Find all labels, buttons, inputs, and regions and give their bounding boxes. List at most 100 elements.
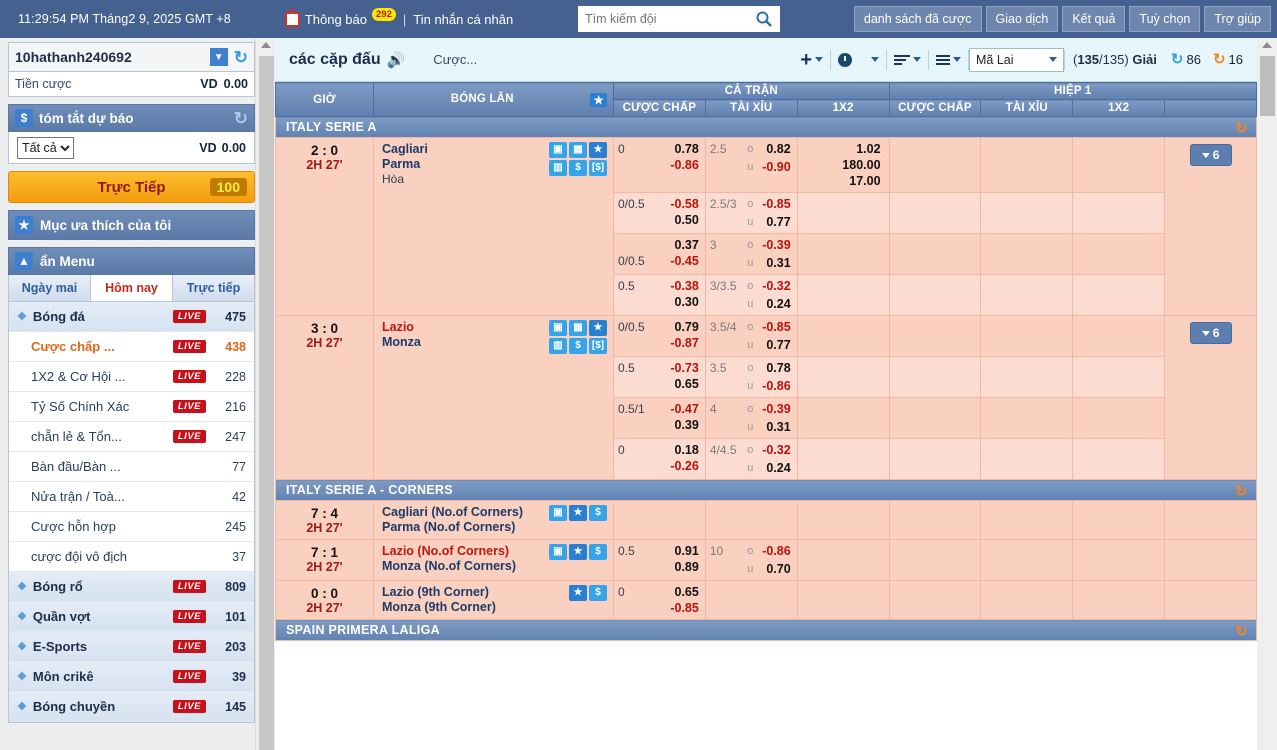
handicap-odd-away[interactable]: -0.26 <box>656 458 699 474</box>
sidebar-item-2[interactable]: 1X2 & Cơ Hội ... LIVE 228 <box>9 362 254 392</box>
handicap-odd-away[interactable]: 0.50 <box>656 212 699 228</box>
sidebar-item-8[interactable]: cược đội vô địch 37 <box>9 542 254 572</box>
teams-cell[interactable]: ★ $ Lazio (9th Corner) Monza (9th Corner) <box>373 580 614 620</box>
pitch-icon[interactable]: ▦ <box>569 320 587 336</box>
handicap-cell[interactable]: 0 0.18 -0.26 <box>613 438 706 480</box>
refresh-icon[interactable]: ↻ <box>1235 622 1248 640</box>
over-odd[interactable]: 0.82 <box>759 141 790 157</box>
handicap-odd-home[interactable]: 0.78 <box>656 141 699 157</box>
star-icon[interactable]: ★ <box>569 544 587 560</box>
add-selection-button[interactable]: + <box>793 50 830 70</box>
sidebar-item-6[interactable]: Nửa trận / Toà... 42 <box>9 482 254 512</box>
handicap-cell[interactable]: 0 0.65 -0.85 <box>613 580 706 620</box>
league-header-row[interactable]: SPAIN PRIMERA LALIGA ↻ <box>275 619 1257 641</box>
overunder-cell[interactable]: 3.5 o 0.78 u -0.86 <box>704 356 798 398</box>
x12-odd-home[interactable]: 1.02 <box>802 141 880 157</box>
handicap-odd-home[interactable]: -0.47 <box>656 401 699 417</box>
more-markets-button[interactable]: 6 <box>1189 322 1232 344</box>
overunder-cell[interactable]: 4/4.5 o -0.32 u 0.24 <box>704 438 798 480</box>
handicap-cell[interactable]: 0.5 0.91 0.89 <box>613 539 706 581</box>
sidebar-item-4[interactable]: chẵn lẻ & Tổn... LIVE 247 <box>9 422 254 452</box>
sidebar-item-7[interactable]: Cược hỗn hợp 245 <box>9 512 254 542</box>
under-odd[interactable]: -0.90 <box>759 159 791 175</box>
bets-label[interactable]: Cược... <box>433 52 477 67</box>
over-odd[interactable]: -0.39 <box>759 401 791 417</box>
handicap-odd-away[interactable]: -0.86 <box>656 157 699 173</box>
star-icon[interactable]: ★ <box>589 142 607 158</box>
favourites-bar[interactable]: ★ Mục ưa thích của tôi <box>8 210 255 240</box>
tv-icon[interactable]: ▣ <box>549 142 567 158</box>
handicap-odd-home[interactable]: -0.58 <box>656 196 699 212</box>
refresh-orange-badge[interactable]: ↻ 16 <box>1207 52 1249 67</box>
search-input[interactable] <box>578 6 748 32</box>
handicap-cell[interactable]: 0.5 -0.73 0.65 <box>613 356 706 398</box>
overunder-cell[interactable]: 4 o -0.39 u 0.31 <box>704 397 798 439</box>
handicap-odd-home[interactable]: -0.38 <box>656 278 699 294</box>
view-mode-button[interactable] <box>929 54 968 65</box>
handicap-odd-away[interactable]: 0.39 <box>656 417 699 433</box>
menu-toggle-bar[interactable]: ▲ ẩn Menu <box>8 247 255 275</box>
nav-button-results[interactable]: Kết quả <box>1062 6 1126 32</box>
handicap-odd-away[interactable]: 0.30 <box>656 294 699 310</box>
handicap-odd-home[interactable]: 0.37 <box>656 237 699 253</box>
sidebar-item-3[interactable]: Tỷ Số Chính Xác LIVE 216 <box>9 392 254 422</box>
over-odd[interactable]: 0.78 <box>759 360 790 376</box>
handicap-odd-away[interactable]: 0.65 <box>656 376 699 392</box>
handicap-cell[interactable]: 0/0.5 0.79 -0.87 <box>613 315 706 357</box>
dollar-icon[interactable]: $ <box>569 160 587 176</box>
away-team[interactable]: Parma (No.of Corners) <box>382 520 607 535</box>
over-odd[interactable]: -0.85 <box>759 319 791 335</box>
x12-odd-draw[interactable]: 180.00 <box>802 157 880 173</box>
under-odd[interactable]: 0.70 <box>759 561 790 577</box>
under-odd[interactable]: 0.24 <box>759 296 790 312</box>
handicap-odd-away[interactable]: 0.89 <box>656 559 699 575</box>
league-header-cell[interactable]: ITALY SERIE A - CORNERS ↻ <box>275 479 1257 501</box>
dollar-icon[interactable]: $ <box>589 544 607 560</box>
tab-live[interactable]: Trực tiếp <box>173 275 254 301</box>
handicap-cell[interactable]: 0 0.78 -0.86 <box>613 137 706 193</box>
overunder-cell[interactable]: 3.5/4 o -0.85 u 0.77 <box>704 315 798 357</box>
sidebar-item-13[interactable]: ❖ Bóng chuyền LIVE 145 <box>9 692 254 722</box>
star-icon[interactable]: ★ <box>569 505 587 521</box>
sidebar-item-12[interactable]: ❖ Môn crikê LIVE 39 <box>9 662 254 692</box>
handicap-cell[interactable]: 0.5 -0.38 0.30 <box>613 274 706 316</box>
sidebar-item-10[interactable]: ❖ Quần vợt LIVE 101 <box>9 602 254 632</box>
sidebar-item-9[interactable]: ❖ Bóng rổ LIVE 809 <box>9 572 254 602</box>
sidebar-item-1[interactable]: Cược chấp ... LIVE 438 <box>9 332 254 362</box>
tv-icon[interactable]: ▣ <box>549 505 567 521</box>
handicap-odd-away[interactable]: -0.85 <box>656 600 699 616</box>
under-odd[interactable]: 0.31 <box>759 255 790 271</box>
forecast-select[interactable]: Tất cả <box>17 136 74 159</box>
match-row[interactable]: 3 : 0 2H 27' ▣ ▦ ★ ▥ $ [$] Lazio Monza 0/0.5 0.79 -0… <box>275 315 1257 480</box>
dollar-icon[interactable]: $ <box>589 505 607 521</box>
odds-format-select[interactable]: Mã Lai <box>969 47 1064 72</box>
away-team[interactable]: Monza (No.of Corners) <box>382 559 607 574</box>
x12-odd-away[interactable]: 17.00 <box>802 173 880 189</box>
star-icon[interactable]: ★ <box>589 320 607 336</box>
tab-today[interactable]: Hôm nay <box>90 275 173 301</box>
refresh-blue-badge[interactable]: ↻ 86 <box>1165 52 1207 67</box>
more-markets-button[interactable]: 6 <box>1189 144 1232 166</box>
over-odd[interactable]: -0.32 <box>759 442 791 458</box>
handicap-odd-home[interactable]: 0.65 <box>656 584 699 600</box>
match-row[interactable]: 0 : 0 2H 27' ★ $ Lazio (9th Corner) Monza (9t… <box>275 580 1257 620</box>
overunder-cell[interactable]: 3 o -0.39 u 0.31 <box>704 233 798 275</box>
teams-cell[interactable]: ▣ ▦ ★ ▥ $ [$] Cagliari Parma Hòa <box>373 137 614 316</box>
star-filter-icon[interactable]: ★ <box>590 92 607 107</box>
under-odd[interactable]: 0.77 <box>759 337 790 353</box>
personal-message-link[interactable]: Tin nhắn cá nhân <box>413 12 513 27</box>
refresh-icon[interactable]: ↻ <box>234 49 248 66</box>
over-odd[interactable]: -0.39 <box>759 237 791 253</box>
teams-cell[interactable]: ▣ ▦ ★ ▥ $ [$] Lazio Monza <box>373 315 614 480</box>
handicap-odd-home[interactable]: 0.18 <box>656 442 699 458</box>
handicap-odd-home[interactable]: 0.91 <box>656 543 699 559</box>
match-row[interactable]: 7 : 1 2H 27' ▣ ★ $ Lazio (No.of Corners) Monza… <box>275 539 1257 581</box>
teams-cell[interactable]: ▣ ★ $ Cagliari (No.of Corners) Parma (No.of … <box>373 500 614 540</box>
under-odd[interactable]: 0.24 <box>759 460 790 476</box>
handicap-cell[interactable]: 0.37 0/0.5 -0.45 <box>613 233 706 275</box>
teams-cell[interactable]: ▣ ★ $ Lazio (No.of Corners) Monza (No.of Cor… <box>373 539 614 581</box>
nav-button-help[interactable]: Trợ giúp <box>1204 6 1271 32</box>
content-scrollbar[interactable] <box>1257 38 1277 750</box>
pitch-icon[interactable]: ▦ <box>569 142 587 158</box>
tab-tomorrow[interactable]: Ngày mai <box>9 275 90 301</box>
